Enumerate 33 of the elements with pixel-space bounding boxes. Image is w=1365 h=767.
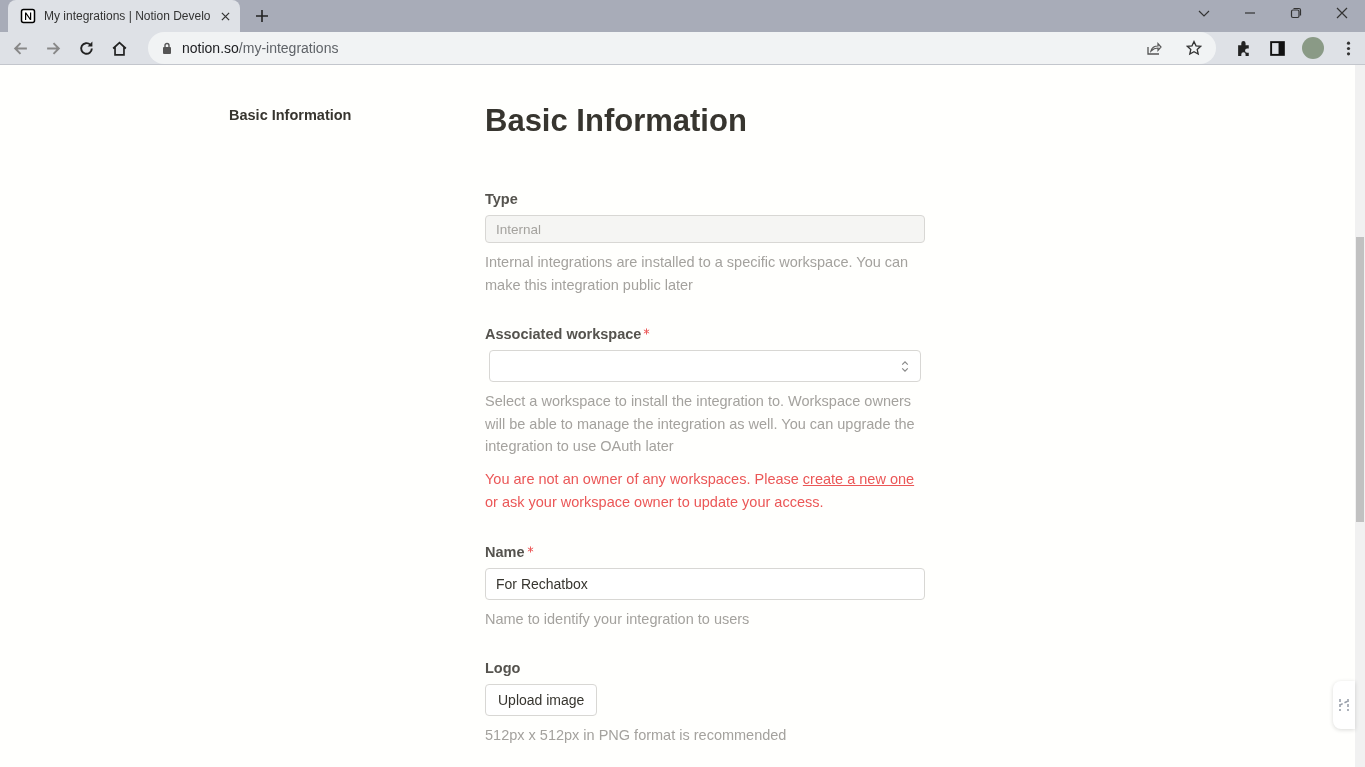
close-icon[interactable] [221,11,230,21]
star-icon[interactable] [1186,40,1202,56]
home-icon[interactable] [111,39,128,57]
reload-icon[interactable] [78,39,95,57]
field-label: Type [485,191,518,207]
up-down-chevron-icon [900,359,910,373]
field-label: Associated workspace [485,326,642,342]
scrollbar[interactable] [1355,65,1365,767]
field-hint: Internal integrations are installed to a specific workspace. You can make this integration public later [485,253,910,295]
new-tab-icon[interactable] [256,10,268,22]
field-hint: Select a workspace to install the integration to. Workspace owners will be able to manage the integration as well. You can upgrade the integration to use OAuth later [485,392,916,456]
field-hint: Name to identify your integration to users [485,609,751,629]
side-panel-icon[interactable] [1269,39,1286,57]
field-hint: 512px x 512px in PNG format is recommended [485,726,788,745]
close-icon[interactable] [1336,7,1348,19]
type-field: Internal [485,215,925,243]
name-input[interactable]: For Rechatbox [485,567,925,600]
notion-logo-icon [20,8,36,24]
url-text: notion.so/my-integrations [182,40,339,56]
dashed-lines-icon [1338,697,1350,713]
create-link[interactable]: create a new one [802,470,915,487]
field-label: Name [485,543,525,560]
page-heading: Basic Information [485,103,748,139]
error-message: You are not an owner of any workspaces. Please create a new one or ask your workspace owner to update your access. [485,469,916,512]
restore-icon[interactable] [1290,7,1302,19]
lock-icon [162,42,172,54]
upload-button[interactable]: Upload image [485,684,598,716]
share-icon[interactable] [1146,40,1162,56]
address-bar[interactable]: notion.so/my-integrations [148,32,1216,64]
browser-tab[interactable]: My integrations | Notion Develo [8,0,240,32]
sidebar-item[interactable]: Basic Information [229,107,352,123]
tab-title: My integrations | Notion Develo [44,9,212,23]
field-label: Logo [485,660,521,676]
